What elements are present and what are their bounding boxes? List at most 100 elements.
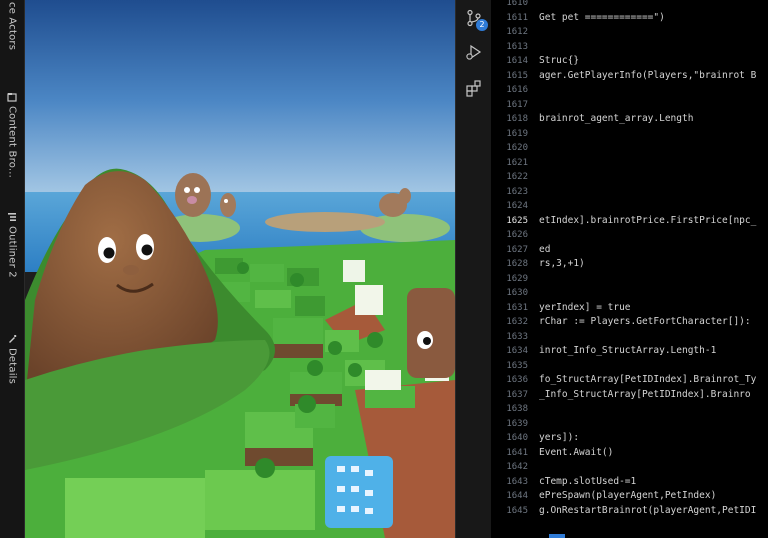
code-line[interactable]: 1614 Struc{} xyxy=(491,54,768,69)
source-control-button[interactable]: 2 xyxy=(462,6,488,31)
run-debug-icon xyxy=(466,44,482,60)
creature-left xyxy=(175,173,211,217)
code-line[interactable]: 1631 yerIndex] = true xyxy=(491,301,768,316)
code-text: rChar := Players.GetFortCharacter[]): xyxy=(539,316,751,327)
code-text: Get pet ============") xyxy=(539,11,665,23)
tab-details[interactable]: Details xyxy=(0,334,24,384)
code-text: fo_StructArray[PetIDIndex].Brainrot_Ty xyxy=(539,374,757,385)
sign xyxy=(365,370,401,390)
code-line[interactable]: 1626 xyxy=(491,228,768,243)
line-number: 1633 xyxy=(506,331,528,342)
extensions-button[interactable] xyxy=(462,76,486,100)
tab-content-browser[interactable]: Content Bro... xyxy=(0,92,24,178)
line-number: 1626 xyxy=(506,230,528,240)
line-number: 1632 xyxy=(506,317,528,327)
code-text: Struc{} xyxy=(539,55,580,66)
code-line[interactable]: 1636 fo_StructArray[PetIDIndex].Brainrot_… xyxy=(491,373,768,388)
outliner-icon xyxy=(8,213,16,221)
line-number: 1619 xyxy=(506,128,528,139)
activity-bar: 2 xyxy=(455,0,491,538)
line-number: 1628 xyxy=(506,259,528,269)
code-line[interactable]: 1637 _Info_StructArray[PetIDIndex].Brainr… xyxy=(491,388,768,403)
code-line[interactable]: 1624 xyxy=(491,199,768,214)
sky xyxy=(25,0,455,200)
code-line[interactable]: 1632 rChar := Players.GetFortCharacter[])… xyxy=(491,315,768,330)
tab-content-browser-label: Content Bro... xyxy=(6,106,18,178)
line-number: 1636 xyxy=(506,375,528,385)
code-line[interactable]: 1633 xyxy=(491,330,768,345)
code-line[interactable]: 1625 etIndex].brainrotPrice.FirstPrice[np… xyxy=(491,214,768,229)
line-number: 1616 xyxy=(506,85,528,95)
code-text: cTemp.slotUsed-=1 xyxy=(539,475,637,487)
code-line[interactable]: 1635 xyxy=(491,359,768,374)
line-number: 1615 xyxy=(506,70,528,81)
trunk-creature xyxy=(407,288,455,378)
code-line[interactable]: 1620 xyxy=(491,141,768,156)
code-line[interactable]: 1618 brainrot_agent_array.Length xyxy=(491,112,768,127)
line-number: 1622 xyxy=(506,172,528,182)
code-line[interactable]: 1616 xyxy=(491,83,768,98)
line-number: 1618 xyxy=(506,114,528,124)
code-text: ager.GetPlayerInfo(Players,"brainrot B xyxy=(539,69,757,81)
line-number: 1617 xyxy=(506,99,528,110)
tab-place-actors[interactable]: ce Actors xyxy=(0,2,24,50)
code-line[interactable]: 1610 xyxy=(491,0,768,11)
code-line[interactable]: 1642 xyxy=(491,460,768,475)
line-number: 1621 xyxy=(506,157,528,168)
code-line[interactable]: 1615 ager.GetPlayerInfo(Players,"brainrot… xyxy=(491,69,768,84)
code-text: ed xyxy=(539,243,551,255)
code-line[interactable]: 1634 inrot_Info_StructArray.Length-1 xyxy=(491,344,768,359)
line-number: 1627 xyxy=(506,244,528,255)
tab-outliner-2-label: Outliner 2 xyxy=(6,226,18,278)
code-line[interactable]: 1630 xyxy=(491,286,768,301)
code-line[interactable]: 1629 xyxy=(491,272,768,287)
line-number: 1645 xyxy=(506,505,528,516)
far-island xyxy=(265,212,385,232)
extensions-icon xyxy=(466,80,481,97)
code-text: g.OnRestartBrainrot(playerAgent,PetIDI xyxy=(539,504,757,516)
code-line[interactable]: 1623 xyxy=(491,185,768,200)
code-line[interactable]: 1639 xyxy=(491,417,768,432)
line-number: 1624 xyxy=(506,201,528,211)
tab-outliner-2[interactable]: Outliner 2 xyxy=(0,212,24,278)
scroll-position-marker xyxy=(549,534,565,538)
sign xyxy=(343,260,365,282)
code-line[interactable]: 1611 Get pet ============") xyxy=(491,11,768,26)
code-line[interactable]: 1643 cTemp.slotUsed-=1 xyxy=(491,475,768,490)
code-line[interactable]: 1627 ed xyxy=(491,243,768,258)
line-number: 1610 xyxy=(506,0,528,8)
run-debug-button[interactable] xyxy=(462,40,486,64)
code-line[interactable]: 1619 xyxy=(491,127,768,142)
code-text: yerIndex] = true xyxy=(539,301,631,313)
line-number: 1638 xyxy=(506,404,528,414)
code-line[interactable]: 1644 ePreSpawn(playerAgent,PetIndex) xyxy=(491,489,768,504)
line-number: 1634 xyxy=(506,346,528,356)
code-editor[interactable]: 1610 1611 Get pet ============") 1612 1613 16… xyxy=(491,0,768,538)
line-number: 1612 xyxy=(506,27,528,37)
tab-place-actors-label: ce Actors xyxy=(6,2,18,51)
line-number: 1620 xyxy=(506,143,528,153)
code-text: etIndex].brainrotPrice.FirstPrice[npc_ xyxy=(539,214,757,226)
line-number: 1611 xyxy=(506,12,528,23)
code-line[interactable]: 1640 yers]): xyxy=(491,431,768,446)
code-line[interactable]: 1617 xyxy=(491,98,768,113)
line-number: 1629 xyxy=(506,273,528,284)
code-line[interactable]: 1612 xyxy=(491,25,768,40)
line-number: 1630 xyxy=(506,288,528,298)
line-number: 1631 xyxy=(506,302,528,313)
line-number: 1623 xyxy=(506,186,528,197)
code-line[interactable]: 1645 g.OnRestartBrainrot(playerAgent,PetI… xyxy=(491,504,768,519)
code-line[interactable]: 1622 xyxy=(491,170,768,185)
line-number: 1613 xyxy=(506,41,528,52)
details-icon xyxy=(9,335,17,343)
code-line[interactable]: 1641 Event.Await() xyxy=(491,446,768,461)
game-viewport[interactable] xyxy=(25,0,455,538)
code-line[interactable]: 1613 xyxy=(491,40,768,55)
tab-details-label: Details xyxy=(6,348,18,385)
creature-mid xyxy=(220,193,236,217)
line-number: 1639 xyxy=(506,418,528,429)
code-line[interactable]: 1621 xyxy=(491,156,768,171)
line-number: 1614 xyxy=(506,56,528,66)
code-line[interactable]: 1628 rs,3,+1) xyxy=(491,257,768,272)
code-line[interactable]: 1638 xyxy=(491,402,768,417)
